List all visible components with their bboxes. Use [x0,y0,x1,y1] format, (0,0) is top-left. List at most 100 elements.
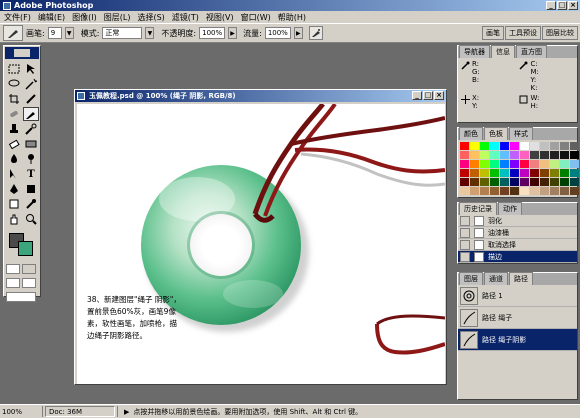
swatch-color[interactable] [550,178,559,186]
swatch-color[interactable] [460,169,469,177]
pen-tool-icon[interactable] [6,182,22,196]
swatch-color[interactable] [530,169,539,177]
swatch-color[interactable] [480,160,489,168]
swatch-color[interactable] [490,169,499,177]
swatch-color[interactable] [570,187,579,195]
swatch-color[interactable] [500,178,509,186]
swatch-color[interactable] [510,169,519,177]
swatch-color[interactable] [470,142,479,150]
swatch-color[interactable] [570,142,579,150]
marquee-tool-icon[interactable] [6,62,22,76]
toolbox-header[interactable] [5,47,39,59]
tab-actions[interactable]: 动作 [498,202,522,215]
flow-slider-arrow[interactable]: ▶ [293,27,303,39]
swatch-color[interactable] [500,169,509,177]
document-title-bar[interactable]: 玉佩教程.psd @ 100% (绳子 阴影, RGB/8) _ □ × [75,90,446,102]
history-brush-tool-icon[interactable] [23,122,39,136]
tool-preset-picker[interactable] [3,25,23,41]
swatch-color[interactable] [550,142,559,150]
menu-select[interactable]: 选择(S) [137,12,164,23]
history-snapshot-checkbox[interactable] [460,239,470,250]
opacity-slider-arrow[interactable]: ▶ [228,27,238,39]
swatch-color[interactable] [460,142,469,150]
opacity-field[interactable]: 100% [199,27,226,39]
standard-mode-button[interactable] [6,264,20,274]
swatch-color[interactable] [560,142,569,150]
swatch-color[interactable] [510,178,519,186]
lasso-tool-icon[interactable] [6,77,22,91]
swatch-color[interactable] [550,151,559,159]
jump-to-imageready-button[interactable] [6,292,36,302]
menu-file[interactable]: 文件(F) [4,12,31,23]
standard-screen-mode-button[interactable] [6,278,20,288]
brush-tool-icon[interactable] [23,107,39,121]
swatch-color[interactable] [490,187,499,195]
eyedropper-tool-icon[interactable] [23,197,39,211]
close-button[interactable]: × [568,1,578,10]
swatch-color[interactable] [510,187,519,195]
clone-stamp-tool-icon[interactable] [6,122,22,136]
swatch-color[interactable] [460,151,469,159]
quick-mask-mode-button[interactable] [22,264,36,274]
history-snapshot-checkbox[interactable] [460,227,470,238]
swatch-color[interactable] [560,169,569,177]
swatch-color[interactable] [540,151,549,159]
status-doc-size[interactable]: Doc: 36M [45,406,115,417]
menu-filter[interactable]: 滤镜(T) [172,12,199,23]
path-item[interactable]: 路径 1 [458,285,577,307]
swatch-color[interactable] [540,142,549,150]
history-item[interactable]: 羽化 [458,215,577,227]
well-tab-tool-presets[interactable]: 工具预设 [505,26,541,40]
swatch-color[interactable] [510,142,519,150]
menu-window[interactable]: 窗口(W) [241,12,271,23]
swatch-color[interactable] [500,151,509,159]
swatch-color[interactable] [500,160,509,168]
notes-tool-icon[interactable] [6,197,22,211]
swatch-color[interactable] [470,160,479,168]
swatch-color[interactable] [460,160,469,168]
swatch-color[interactable] [530,187,539,195]
maximize-button[interactable]: □ [557,1,567,10]
airbrush-toggle[interactable] [308,26,323,40]
swatch-color[interactable] [550,169,559,177]
swatch-color[interactable] [480,169,489,177]
path-item[interactable]: 路径 绳子 [458,307,577,329]
crop-tool-icon[interactable] [6,92,22,106]
brush-picker-arrow[interactable]: ▼ [64,27,74,39]
swatch-color[interactable] [520,151,529,159]
tab-styles[interactable]: 样式 [509,127,533,140]
swatch-color[interactable] [570,169,579,177]
swatch-color[interactable] [570,160,579,168]
swatch-color[interactable] [510,151,519,159]
tab-history[interactable]: 历史记录 [459,202,497,215]
swatch-color[interactable] [520,169,529,177]
tab-layers[interactable]: 图层 [459,272,483,285]
swatch-color[interactable] [460,187,469,195]
well-tab-layer-comps[interactable]: 图层比较 [542,26,578,40]
minimize-button[interactable]: _ [546,1,556,10]
menu-help[interactable]: 帮助(H) [278,12,306,23]
history-snapshot-checkbox[interactable] [460,251,470,262]
tab-channels[interactable]: 通道 [484,272,508,285]
swatch-color[interactable] [540,178,549,186]
swatch-color[interactable] [560,178,569,186]
swatch-color[interactable] [520,178,529,186]
document-canvas[interactable]: 38、新建图层"绳子 阴影"，置前景色60%灰，画笔9像素，软性画笔，加喷枪，描… [77,104,445,384]
swatch-color[interactable] [550,187,559,195]
tab-swatches[interactable]: 色板 [484,127,508,140]
brush-size-field[interactable]: 9 [47,27,62,39]
swatch-color[interactable] [510,160,519,168]
swatch-color[interactable] [560,160,569,168]
status-zoom[interactable]: 100% [0,408,40,416]
doc-maximize-button[interactable]: □ [423,91,433,100]
swatch-color[interactable] [490,151,499,159]
background-color-swatch[interactable] [18,241,33,256]
swatch-color[interactable] [550,160,559,168]
swatch-color[interactable] [470,169,479,177]
swatch-color[interactable] [530,151,539,159]
menu-image[interactable]: 图像(I) [72,12,97,23]
swatch-color[interactable] [470,178,479,186]
doc-close-button[interactable]: × [434,91,444,100]
full-screen-menu-mode-button[interactable] [22,278,36,288]
swatch-color[interactable] [490,178,499,186]
